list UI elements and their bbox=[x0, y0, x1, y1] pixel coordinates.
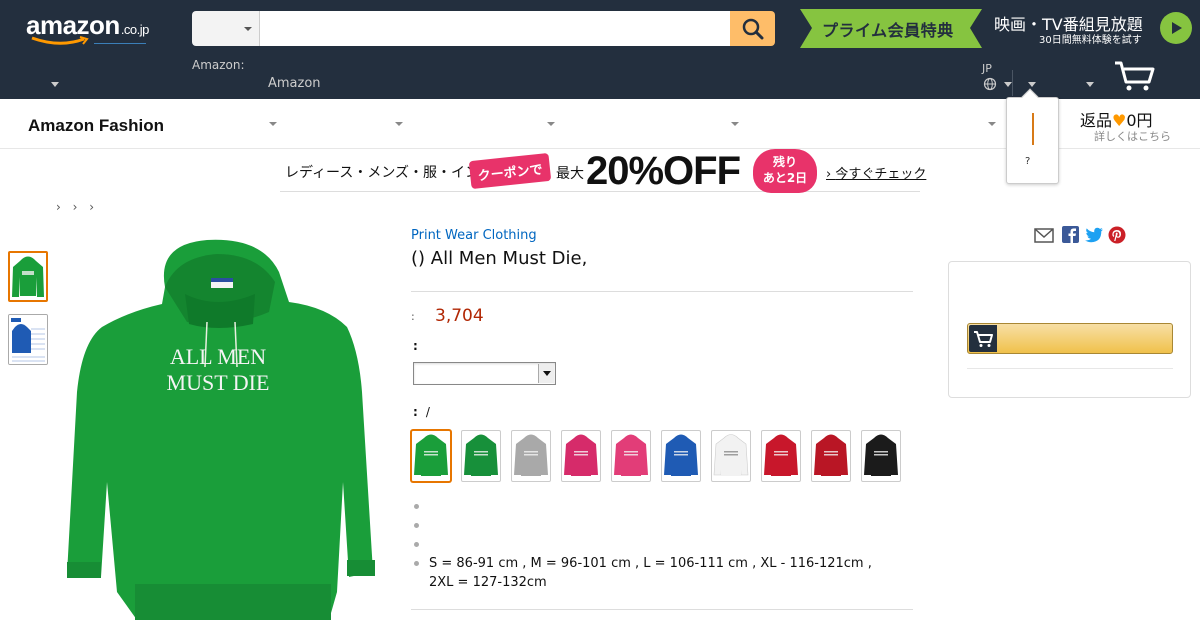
swatch-hoodie-image bbox=[814, 434, 848, 476]
thumbnail-size-chart[interactable] bbox=[8, 314, 48, 365]
color-swatch-green[interactable] bbox=[461, 430, 501, 482]
chevron-down-icon bbox=[538, 364, 554, 383]
return-details-link[interactable]: 詳しくはこちら bbox=[1094, 128, 1171, 144]
hoodie-thumbnail-image bbox=[12, 256, 44, 297]
swatch-hoodie-image bbox=[664, 434, 698, 476]
subnav-chevron-icon[interactable] bbox=[395, 122, 403, 126]
list-item bbox=[411, 497, 891, 516]
remain-line2: あと2日 bbox=[762, 171, 808, 185]
color-swatch-red-2[interactable] bbox=[811, 430, 851, 482]
add-to-cart-button[interactable] bbox=[967, 323, 1173, 354]
color-swatch-pink[interactable] bbox=[561, 430, 601, 482]
twitter-share-icon[interactable] bbox=[1084, 226, 1104, 244]
cart-icon bbox=[974, 330, 993, 347]
cart-button-icon-box bbox=[969, 325, 997, 352]
color-swatch-red[interactable] bbox=[761, 430, 801, 482]
swatch-hoodie-image bbox=[614, 434, 648, 476]
search-input[interactable] bbox=[260, 11, 730, 46]
swatch-hoodie-image bbox=[864, 434, 898, 476]
swatch-hoodie-image bbox=[414, 434, 448, 476]
subnav-chevron-icon[interactable] bbox=[547, 122, 555, 126]
list-item: S = 86-91 cm , M = 96-101 cm , L = 106-1… bbox=[411, 554, 891, 592]
color-swatch-pink-2[interactable] bbox=[611, 430, 651, 482]
promo-check-link[interactable]: › 今すぐチェック bbox=[826, 163, 926, 182]
subnav-chevron-icon[interactable] bbox=[731, 122, 739, 126]
size-label: : bbox=[413, 339, 418, 353]
play-icon bbox=[1172, 22, 1182, 34]
search-button[interactable] bbox=[730, 11, 775, 46]
nav-divider bbox=[1012, 70, 1013, 96]
swatch-hoodie-image bbox=[713, 434, 749, 476]
swatch-hoodie-image bbox=[514, 434, 548, 476]
price-label: : bbox=[411, 310, 415, 323]
nav-amazon-link[interactable]: Amazon bbox=[268, 76, 321, 91]
play-button[interactable] bbox=[1160, 12, 1192, 44]
search-category-dropdown[interactable] bbox=[192, 11, 260, 46]
list-item bbox=[411, 516, 891, 535]
nav-sub-label: Amazon: bbox=[192, 58, 245, 72]
deliver-to-chevron-icon[interactable] bbox=[51, 82, 59, 87]
popover-help-text[interactable]: ? bbox=[1025, 156, 1030, 167]
search-bar bbox=[192, 11, 775, 46]
list-item bbox=[411, 535, 891, 554]
swatch-hoodie-image bbox=[564, 434, 598, 476]
product-main-image[interactable]: ALL MEN MUST DIE bbox=[57, 232, 383, 630]
product-price: 3,704 bbox=[435, 306, 484, 326]
divider bbox=[967, 368, 1173, 369]
language-chevron-icon[interactable] bbox=[1004, 82, 1012, 87]
chevron-down-icon bbox=[244, 27, 252, 31]
subnav-chevron-icon[interactable] bbox=[988, 122, 996, 126]
size-chart-thumbnail-image bbox=[9, 315, 47, 364]
prime-video-trial[interactable]: 30日間無料体験を試す bbox=[1039, 31, 1142, 46]
color-swatch-black[interactable] bbox=[861, 430, 901, 482]
pinterest-share-icon[interactable] bbox=[1107, 226, 1127, 244]
promo-check-label: 今すぐチェック bbox=[835, 167, 927, 182]
thumbnail-front[interactable] bbox=[8, 251, 48, 302]
facebook-share-icon[interactable] bbox=[1061, 226, 1081, 244]
logo-smile-icon bbox=[31, 36, 89, 45]
remain-line1: 残り bbox=[772, 155, 797, 169]
search-icon bbox=[742, 18, 763, 39]
brand-link[interactable]: Print Wear Clothing bbox=[411, 228, 537, 243]
account-popover: ? bbox=[1006, 88, 1059, 184]
subnav-chevron-icon[interactable] bbox=[269, 122, 277, 126]
swatch-hoodie-image bbox=[464, 434, 498, 476]
prime-banner-text[interactable]: プライム会員特典 bbox=[822, 17, 954, 41]
promo-max-label: 最大 bbox=[556, 166, 584, 182]
breadcrumb[interactable]: › › › bbox=[56, 200, 98, 214]
orders-chevron-icon[interactable] bbox=[1086, 82, 1094, 87]
color-swatch-grey[interactable] bbox=[511, 430, 551, 482]
fashion-store-title[interactable]: Amazon Fashion bbox=[28, 116, 164, 136]
hoodie-print-line2: MUST DIE bbox=[167, 370, 270, 395]
popover-accent-bar bbox=[1032, 113, 1034, 145]
size-select[interactable] bbox=[413, 362, 556, 385]
account-chevron-icon[interactable] bbox=[1028, 82, 1036, 87]
divider bbox=[411, 609, 913, 610]
color-swatch-royal-blue[interactable] bbox=[661, 430, 701, 482]
swatch-hoodie-image bbox=[764, 434, 798, 476]
product-title: () All Men Must Die, bbox=[411, 248, 588, 269]
globe-icon[interactable] bbox=[983, 77, 997, 91]
days-remaining-badge: 残りあと2日 bbox=[753, 149, 817, 193]
email-share-icon[interactable] bbox=[1034, 226, 1054, 244]
logo-underline bbox=[94, 43, 146, 44]
color-swatch-kelly-green[interactable] bbox=[411, 430, 451, 482]
divider bbox=[411, 291, 913, 292]
cart-icon[interactable] bbox=[1113, 60, 1155, 92]
hoodie-print-line1: ALL MEN bbox=[170, 344, 266, 369]
language-label[interactable]: JP bbox=[982, 62, 992, 75]
color-swatch-white[interactable] bbox=[711, 430, 751, 482]
promo-discount: 20%OFF bbox=[586, 149, 741, 193]
feature-bullets: S = 86-91 cm , M = 96-101 cm , L = 106-1… bbox=[411, 497, 891, 592]
color-label: : / bbox=[413, 405, 430, 419]
